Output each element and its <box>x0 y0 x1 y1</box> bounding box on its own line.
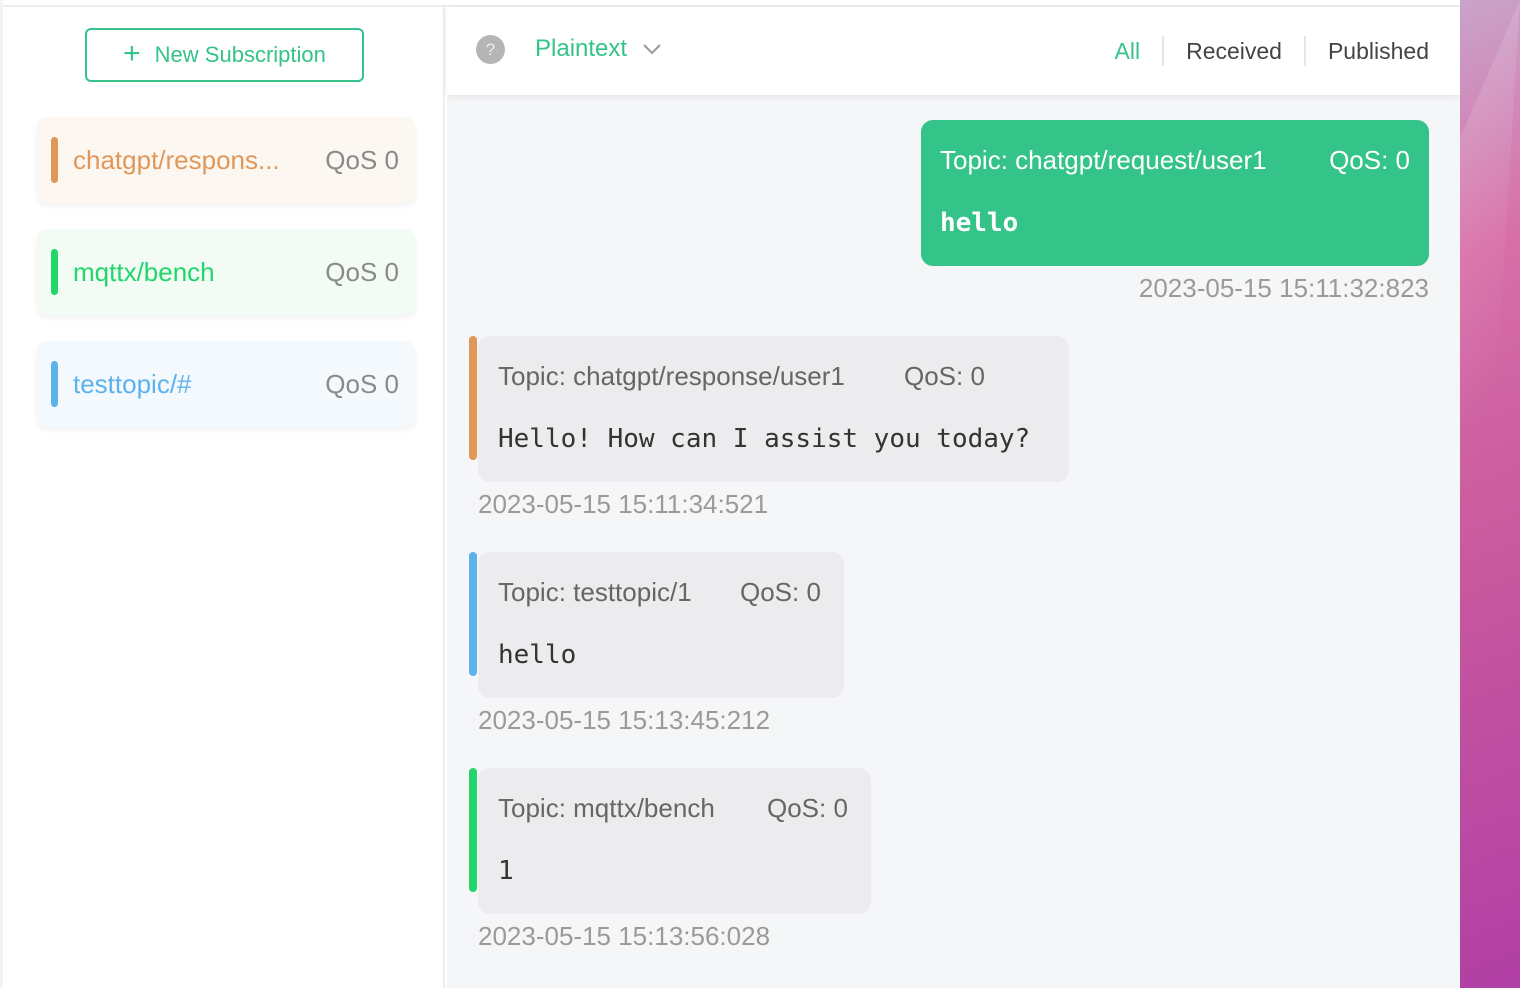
message-timestamp: 2023-05-15 15:11:34:521 <box>478 489 769 519</box>
subscription-topic: testtopic/# <box>73 369 192 399</box>
new-subscription-label: New Subscription <box>154 42 326 67</box>
message-topic: Topic: mqttx/bench <box>498 793 715 823</box>
message-qos: QoS: 0 <box>904 361 985 391</box>
message-qos: QoS: 0 <box>740 577 821 607</box>
help-icon[interactable]: ? <box>476 35 505 64</box>
message-payload: Hello! How can I assist you today? <box>498 424 1031 454</box>
message-topic: Topic: chatgpt/response/user1 <box>498 361 845 391</box>
subscription-item-mqttx-bench[interactable]: mqttx/bench QoS 0 <box>37 229 415 315</box>
chevron-down-icon <box>643 44 661 55</box>
message-received[interactable]: Topic: chatgpt/response/user1 QoS: 0 Hel… <box>469 336 1069 482</box>
message-payload: 1 <box>498 856 514 886</box>
messages-toolbar: ? Plaintext All Received Published <box>447 7 1460 95</box>
message-timestamp: 2023-05-15 15:13:45:212 <box>478 705 771 735</box>
tab-received[interactable]: Received <box>1164 31 1304 71</box>
subscription-color-bar <box>51 137 58 183</box>
plus-icon: + <box>123 36 141 70</box>
subscription-qos: QoS 0 <box>325 369 399 399</box>
message-payload: hello <box>940 208 1019 238</box>
message-color-bar <box>469 336 477 460</box>
subscription-color-bar <box>51 361 58 407</box>
desktop-wallpaper <box>1460 0 1520 988</box>
message-topic: Topic: chatgpt/request/user1 <box>940 145 1267 175</box>
subscription-item-testtopic[interactable]: testtopic/# QoS 0 <box>37 341 415 427</box>
subscription-qos: QoS 0 <box>325 145 399 175</box>
mqttx-window: + New Subscription chatgpt/respons... Qo… <box>0 0 1460 988</box>
message-timestamp: 2023-05-15 15:11:32:823 <box>1138 273 1429 303</box>
payload-format-select[interactable]: Plaintext <box>535 29 663 69</box>
subscription-topic: chatgpt/respons... <box>73 145 280 175</box>
subscriptions-sidebar: + New Subscription chatgpt/respons... Qo… <box>3 7 445 988</box>
messages-panel: ? Plaintext All Received Published Topic… <box>447 7 1460 988</box>
payload-format-label: Plaintext <box>535 35 628 62</box>
subscription-item-chatgpt-response[interactable]: chatgpt/respons... QoS 0 <box>37 117 415 203</box>
message-qos: QoS: 0 <box>767 793 848 823</box>
message-timestamp: 2023-05-15 15:13:56:028 <box>478 921 771 951</box>
message-received[interactable]: Topic: testtopic/1 QoS: 0 hello <box>469 552 844 698</box>
subscription-qos: QoS 0 <box>325 257 399 287</box>
tab-published[interactable]: Published <box>1306 31 1429 71</box>
message-filter-tabs: All Received Published <box>1093 31 1429 71</box>
message-received[interactable]: Topic: mqttx/bench QoS: 0 1 <box>469 768 871 914</box>
message-color-bar <box>469 768 477 892</box>
window-top-edge <box>0 0 1460 7</box>
message-qos: QoS: 0 <box>1329 145 1410 175</box>
subscription-color-bar <box>51 249 58 295</box>
message-payload: hello <box>498 640 577 670</box>
new-subscription-button[interactable]: + New Subscription <box>85 28 364 82</box>
subscription-topic: mqttx/bench <box>73 257 215 287</box>
tab-all[interactable]: All <box>1093 31 1163 71</box>
message-color-bar <box>469 552 477 676</box>
message-published[interactable]: Topic: chatgpt/request/user1 QoS: 0 hell… <box>921 120 1429 266</box>
message-topic: Topic: testtopic/1 <box>498 577 692 607</box>
